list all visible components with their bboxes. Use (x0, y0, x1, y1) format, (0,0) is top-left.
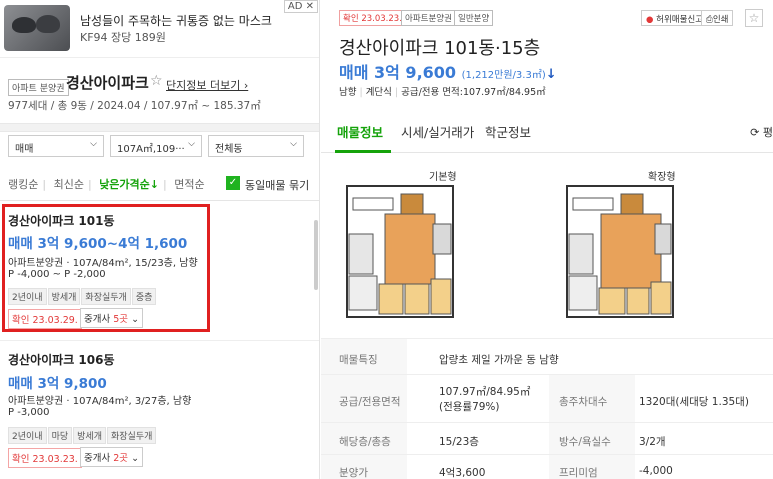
info-key: 방수/욕실수 (549, 423, 635, 455)
listing-panel: 남성들이 주목하는 귀통증 없는 마스크 KF94 장당 189원 AD ✕ 아… (0, 0, 320, 479)
tag: 마당 (47, 427, 73, 444)
detail-tabs: 매물정보 시세/실거래가 학군정보 ⟳ 평 (321, 110, 773, 153)
favorite-star-icon[interactable]: ☆ (745, 9, 763, 27)
active-tab-indicator (335, 150, 391, 153)
area: 공급/전용 면적:107.97㎡/84.95㎡ (401, 87, 546, 98)
same-listing-checkbox[interactable]: ✓ (226, 176, 240, 190)
sort-low-price[interactable]: 낮은가격순↓ (99, 178, 159, 191)
ad-title[interactable]: 남성들이 주목하는 귀통증 없는 마스크 (80, 12, 272, 29)
sort-area[interactable]: 면적순 (174, 178, 204, 191)
info-row: 분양가 4억3,600 프리미엄 -4,000 (321, 454, 773, 479)
sort-latest[interactable]: 최신순 (54, 178, 84, 191)
same-listing-label[interactable]: 동일매물 묶기 (245, 177, 309, 193)
area-value: 107A㎡,109··· (117, 144, 185, 155)
listing-price: 매매 3억 9,600 (1,212만원/3.3㎡)↓ (339, 59, 557, 83)
listing-desc: 아파트분양권 · 107A/84m², 3/27층, 남향 (8, 396, 192, 407)
sort-options: 랭킹순 | 최신순 | 낮은가격순↓ | 면적순 (8, 178, 205, 191)
structure: 계단식 (365, 87, 392, 98)
plan-label-extended: 확장형 (648, 172, 676, 183)
complex-info-link[interactable]: 단지정보 더보기 › (166, 77, 248, 93)
complex-header: 아파트 분양권 경산아이파크 ☆ 단지정보 더보기 › 977세대 / 총 9동… (0, 58, 319, 123)
dong-select[interactable]: 전체동 ⌵ (208, 135, 304, 157)
info-key: 해당층/총층 (321, 423, 407, 455)
direction: 남향 (339, 87, 357, 98)
ad-banner[interactable]: 남성들이 주목하는 귀통증 없는 마스크 KF94 장당 189원 AD ✕ (0, 0, 319, 58)
sort-ranking[interactable]: 랭킹순 (8, 178, 38, 191)
area-select[interactable]: 107A㎡,109··· ⌵ (110, 135, 202, 157)
info-value: 1320대(세대당 1.35대) (639, 396, 749, 408)
print-icon: ⎙ (706, 15, 713, 25)
tag: 방세개 (73, 427, 106, 444)
info-key: 매물특징 (321, 339, 407, 375)
listing-premium: P -3,000 (8, 407, 50, 418)
type-badge: 아파트분양권 (401, 10, 456, 26)
agent-label: 중개사 (84, 453, 114, 464)
chevron-down-icon: ⌵ (188, 139, 195, 149)
price-down-arrow-icon: ↓ (545, 67, 557, 82)
chevron-down-icon: ⌵ (90, 139, 97, 149)
divider (0, 123, 319, 132)
confirm-date-badge: 확인 23.03.23. (8, 448, 82, 468)
info-row: 매물특징 압량초 제일 가까운 동 남향 (321, 338, 773, 375)
price-per-unit: (1,212만원/3.3㎡) (461, 70, 546, 81)
listing-tags: 2년이내 마당 방세개 화장실두개 (8, 424, 157, 444)
highlight-box (2, 204, 210, 332)
chevron-down-icon: ⌄ (128, 453, 140, 464)
price-value: 매매 3억 9,600 (339, 63, 457, 82)
info-row: 해당층/총층 15/23층 방수/욕실수 3/2개 (321, 422, 773, 455)
tab-listing-info[interactable]: 매물정보 (337, 122, 383, 141)
confirm-date-badge: 확인 23.03.23. (339, 10, 406, 26)
listing-meta: 남향 | 계단식 | 공급/전용 면적:107.97㎡/84.95㎡ (339, 87, 546, 98)
listing-price: 매매 3억 9,800 (8, 376, 107, 392)
ad-close-button[interactable]: AD ✕ (283, 0, 318, 13)
tab-school-info[interactable]: 학군정보 (485, 122, 531, 141)
dong-value: 전체동 (215, 144, 243, 155)
complex-type-badge: 아파트 분양권 (8, 79, 69, 96)
tag: 2년이내 (8, 427, 47, 444)
info-row: 공급/전용면적 107.97㎡/84.95㎡(전용률79%) 총주차대수 132… (321, 374, 773, 423)
info-value: -4,000 (639, 465, 673, 477)
floor-plan-basic-image[interactable] (345, 184, 455, 319)
info-value: 107.97㎡/84.95㎡(전용률79%) (439, 386, 531, 413)
agent-count: 2곳 (113, 453, 129, 464)
scrollbar-thumb[interactable] (314, 220, 318, 290)
area-toggle-button[interactable]: ⟳ 평 (750, 124, 773, 140)
favorite-star-icon[interactable]: ☆ (150, 73, 163, 89)
tab-price-history[interactable]: 시세/실거래가 (401, 122, 474, 141)
info-key: 분양가 (321, 455, 407, 479)
report-label: 허위매물신고 (656, 15, 704, 25)
info-value: 압량초 제일 가까운 동 남향 (439, 354, 559, 366)
complex-name: 경산아이파크 (66, 74, 149, 92)
info-value: 4억3,600 (439, 467, 486, 479)
info-key: 총주차대수 (549, 375, 635, 423)
divider (0, 200, 319, 201)
complex-meta: 977세대 / 총 9동 / 2024.04 / 107.97㎡ ~ 185.3… (8, 100, 261, 112)
report-button[interactable]: ● 허위매물신고 (641, 10, 709, 26)
trade-type-value: 매매 (15, 144, 34, 155)
tag: 화장실두개 (106, 427, 157, 444)
siren-icon: ● (646, 15, 654, 25)
info-value: 15/23층 (439, 436, 479, 448)
print-button[interactable]: ⎙인쇄 (701, 10, 734, 26)
listing-item[interactable]: 경산아이파크 106동 매매 3억 9,800 아파트분양권 · 107A/84… (0, 340, 319, 479)
ad-image[interactable] (4, 5, 70, 51)
listing-title: 경산아이파크 101동·15층 (339, 38, 541, 59)
trade-type-select[interactable]: 매매 ⌵ (8, 135, 104, 157)
plan-label-basic: 기본형 (429, 172, 457, 183)
print-label: 인쇄 (712, 15, 729, 25)
info-key: 프리미엄 (549, 455, 635, 479)
info-value: 3/2개 (639, 436, 666, 448)
listing-name: 경산아이파크 106동 (8, 353, 115, 367)
agent-dropdown[interactable]: 중개사 2곳 ⌄ (80, 447, 144, 467)
floor-plan-extended-image[interactable] (565, 184, 675, 319)
detail-panel: 확인 23.03.23. 아파트분양권 일반분양 ● 허위매물신고 ⎙인쇄 ☆ … (321, 0, 773, 479)
chevron-down-icon: ⌵ (290, 139, 297, 149)
ad-subtitle: KF94 장당 189원 (80, 31, 166, 44)
sale-type-badge: 일반분양 (454, 10, 494, 26)
info-key: 공급/전용면적 (321, 375, 407, 423)
